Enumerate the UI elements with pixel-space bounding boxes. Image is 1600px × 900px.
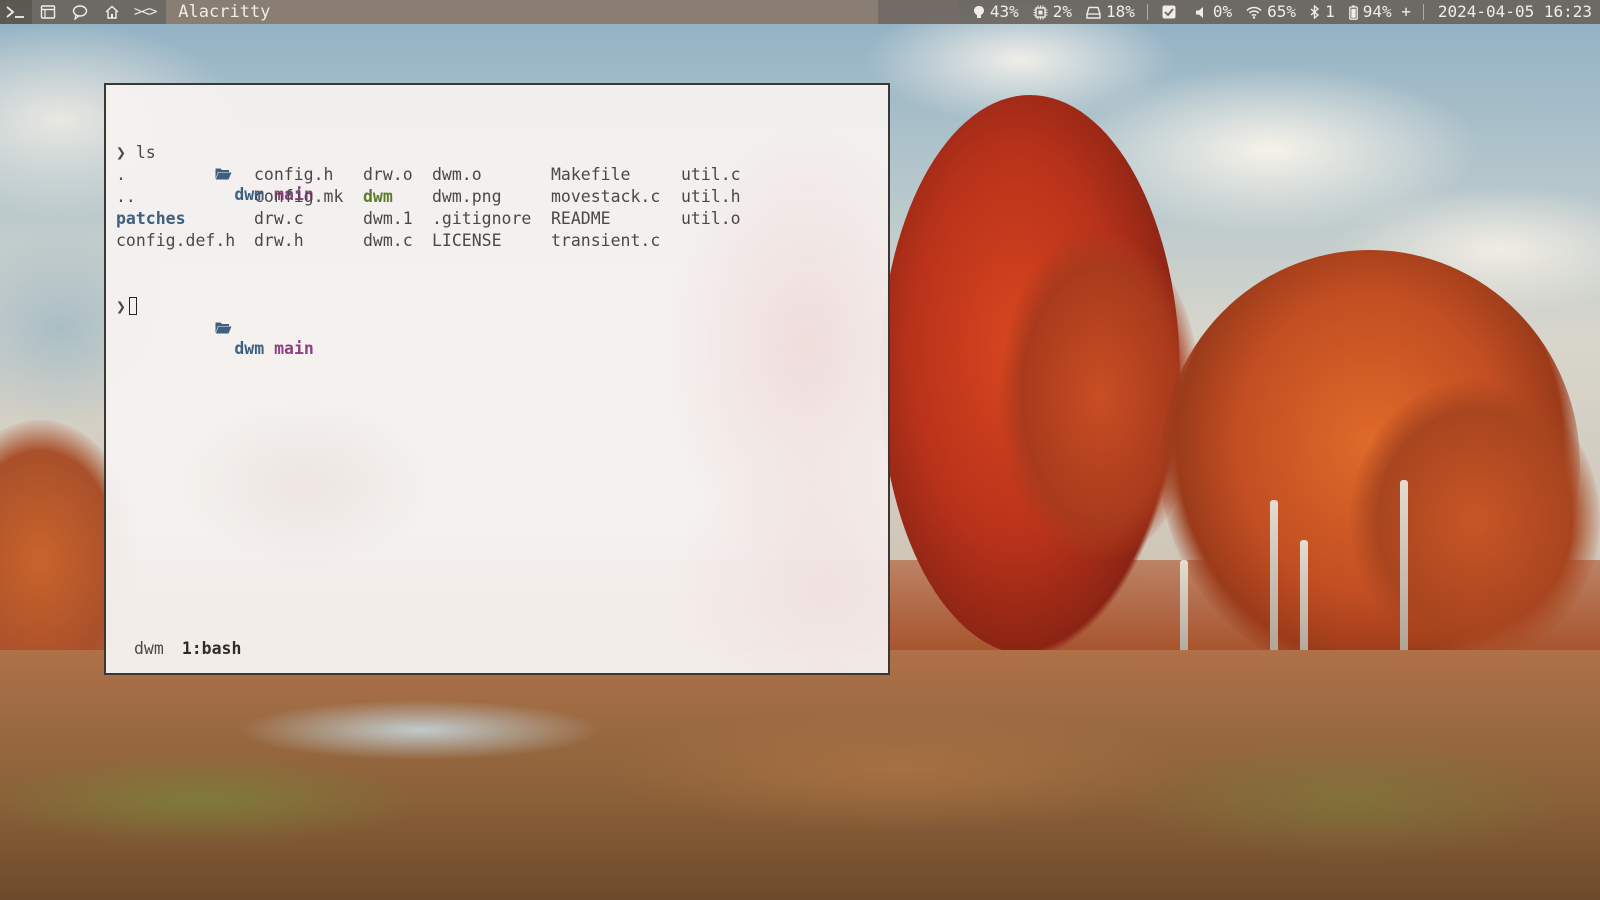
focused-window-title: Alacritty bbox=[166, 0, 879, 24]
battery-icon bbox=[1348, 5, 1358, 20]
disk-value: 18% bbox=[1105, 2, 1135, 21]
folder-open-icon bbox=[156, 142, 233, 208]
command-line: ❯ ls bbox=[116, 142, 156, 164]
ls-entry-executable: dwm bbox=[363, 187, 393, 206]
bluetooth-icon bbox=[1310, 5, 1320, 19]
status-bar-spacer bbox=[878, 0, 959, 24]
disk-icon bbox=[1086, 6, 1101, 19]
ls-entry: Makefile bbox=[551, 165, 631, 184]
chat-tag-icon[interactable] bbox=[64, 0, 96, 24]
prompt-chevron: ❯ bbox=[116, 297, 126, 316]
window-tag-icon[interactable] bbox=[32, 0, 64, 24]
prompt-line: dwm main bbox=[116, 120, 314, 204]
volume-value: 0% bbox=[1212, 2, 1233, 21]
bluetooth-value: 1 bbox=[1325, 2, 1335, 21]
ls-entry: README bbox=[551, 209, 611, 228]
datetime-value: 2024-04-05 16:23 bbox=[1437, 2, 1592, 21]
wifi-status[interactable]: 65% bbox=[1246, 0, 1296, 24]
folder-open-icon bbox=[156, 296, 233, 362]
memory-value: 43% bbox=[989, 2, 1019, 21]
ls-entry: dwm.o bbox=[432, 165, 482, 184]
ls-entry: config.def.h bbox=[116, 231, 236, 250]
ls-entry: util.o bbox=[681, 209, 741, 228]
speaker-icon bbox=[1195, 6, 1208, 19]
ls-entry: . bbox=[116, 165, 126, 184]
wallpaper-tree bbox=[1350, 380, 1600, 660]
prompt-directory: dwm bbox=[234, 339, 265, 358]
ls-entry: drw.o bbox=[363, 165, 413, 184]
command-line[interactable]: ❯ bbox=[116, 296, 137, 318]
tmux-window-tab[interactable]: 1:bash bbox=[182, 639, 242, 658]
ls-entry: util.c bbox=[681, 165, 741, 184]
ls-entry: config.h bbox=[254, 165, 334, 184]
ls-entry: util.h bbox=[681, 187, 741, 206]
task-status bbox=[1162, 5, 1181, 19]
tmux-status-bar: dwm 1:bash bbox=[134, 638, 241, 660]
ls-entry-directory: patches bbox=[116, 209, 186, 228]
ls-entry: drw.c bbox=[254, 209, 304, 228]
cpu-value: 2% bbox=[1052, 2, 1072, 21]
ls-entry: .gitignore bbox=[432, 209, 532, 228]
battery-status: 94% + bbox=[1348, 0, 1411, 24]
ls-entry: config.mk bbox=[254, 187, 344, 206]
text-cursor bbox=[128, 297, 137, 315]
battery-value: 94% + bbox=[1362, 2, 1411, 21]
cpu-status: 2% bbox=[1033, 0, 1072, 24]
ls-entry: dwm.c bbox=[363, 231, 413, 250]
command-text: ls bbox=[135, 143, 156, 162]
status-separator bbox=[1146, 4, 1148, 20]
volume-status[interactable]: 0% bbox=[1195, 0, 1232, 24]
ls-entry: drw.h bbox=[254, 231, 304, 250]
top-status-bar: ><> Alacritty 43% 2% 18% 0% 65% 1 94% + … bbox=[0, 0, 1600, 24]
ls-entry: transient.c bbox=[551, 231, 661, 250]
wifi-value: 65% bbox=[1267, 2, 1297, 21]
ls-entry: dwm.1 bbox=[363, 209, 413, 228]
prompt-line: dwm main bbox=[116, 274, 314, 358]
layout-symbol[interactable]: ><> bbox=[128, 0, 166, 24]
home-tag-icon[interactable] bbox=[96, 0, 128, 24]
bluetooth-status[interactable]: 1 bbox=[1310, 0, 1335, 24]
ls-entry: .. bbox=[116, 187, 136, 206]
prompt-chevron: ❯ bbox=[116, 143, 126, 162]
ls-entry: dwm.png bbox=[432, 187, 502, 206]
wallpaper-ground bbox=[0, 650, 1600, 900]
memory-status: 43% bbox=[973, 0, 1019, 24]
cpu-icon bbox=[1033, 5, 1048, 20]
checkbox-icon[interactable] bbox=[1162, 5, 1176, 19]
tag-list: ><> bbox=[0, 0, 166, 24]
wifi-icon bbox=[1246, 6, 1262, 19]
tmux-session-name: dwm bbox=[134, 639, 164, 658]
prompt-git-branch: main bbox=[274, 339, 314, 358]
status-modules: 43% 2% 18% 0% 65% 1 94% + 2024-04-05 16:… bbox=[959, 0, 1600, 24]
ls-entry: LICENSE bbox=[432, 231, 502, 250]
alacritty-terminal-window[interactable]: dwm main ❯ ls . config.h drw.o dwm.o Mak… bbox=[104, 83, 890, 675]
terminal-tag-icon[interactable] bbox=[0, 0, 32, 24]
status-separator bbox=[1422, 4, 1424, 20]
datetime-status[interactable]: 2024-04-05 16:23 bbox=[1438, 0, 1592, 24]
disk-status: 18% bbox=[1086, 0, 1135, 24]
ls-entry: movestack.c bbox=[551, 187, 661, 206]
memory-icon bbox=[973, 5, 985, 19]
